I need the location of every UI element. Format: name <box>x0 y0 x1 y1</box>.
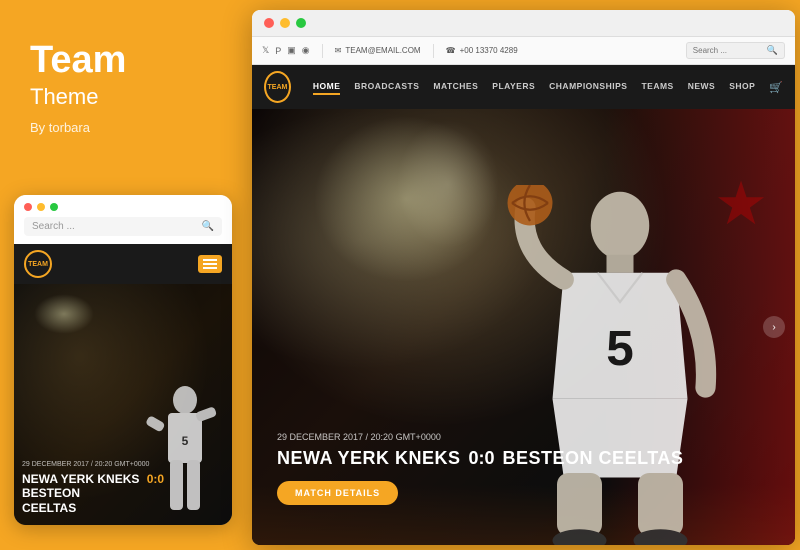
desktop-toolbar: 𝕏 P ▣ ◉ ✉ TEAM@EMAIL.COM ☎ +00 13370 428… <box>252 37 795 65</box>
nav-item-matches[interactable]: MATCHES <box>433 81 478 93</box>
brand-subtitle: Theme <box>30 84 225 110</box>
mobile-match-title: NEWA YERK KNEKS 0:0 BESTEON CEELTAS <box>22 472 224 515</box>
mobile-team1-line1: NEWA YERK <box>22 472 94 486</box>
nav-item-championships[interactable]: CHAMPIONSHIPS <box>549 81 627 93</box>
hero-content: 29 DECEMBER 2017 / 20:20 GMT+0000 NEWA Y… <box>277 432 683 505</box>
brand-title: Team <box>30 40 225 82</box>
hero-match-info: NEWA YERK KNEKS 0:0 BESTEON CEELTAS <box>277 448 683 469</box>
toolbar-separator-2 <box>433 44 434 58</box>
brand-author: By torbara <box>30 120 225 135</box>
phone-icon: ☎ <box>446 46 456 55</box>
hero-date: 29 DECEMBER 2017 / 20:20 GMT+0000 <box>277 432 683 442</box>
toolbar-search-input[interactable] <box>693 46 763 55</box>
desktop-mockup: 𝕏 P ▣ ◉ ✉ TEAM@EMAIL.COM ☎ +00 13370 428… <box>252 10 795 545</box>
mobile-dot-yellow <box>37 203 45 211</box>
rss-icon[interactable]: ◉ <box>302 45 310 56</box>
desktop-logo: TEAM <box>264 71 291 103</box>
hero-team2: BESTEON CEELTAS <box>503 448 684 469</box>
toolbar-phone: ☎ +00 13370 4289 <box>446 46 518 55</box>
mobile-hamburger-button[interactable] <box>198 255 222 273</box>
nav-item-teams[interactable]: TEAMS <box>641 81 673 93</box>
hamburger-line-3 <box>203 267 217 269</box>
hamburger-line-2 <box>203 263 217 265</box>
desktop-dot-green <box>296 18 306 28</box>
mobile-hero-content: 29 DECEMBER 2017 / 20:20 GMT+0000 NEWA Y… <box>22 461 224 515</box>
mobile-dot-green <box>50 203 58 211</box>
hero-team1: NEWA YERK KNEKS <box>277 448 461 469</box>
hamburger-line-1 <box>203 259 217 261</box>
nav-item-players[interactable]: PLAYERS <box>492 81 535 93</box>
instagram-icon[interactable]: ▣ <box>287 45 296 56</box>
desktop-titlebar <box>252 10 795 37</box>
mobile-team2-line2: CEELTAS <box>22 501 76 515</box>
toolbar-email: ✉ TEAM@EMAIL.COM <box>335 46 421 55</box>
mobile-hero: 5 29 DECEMBER 2017 / 20:20 GMT+0000 NEWA… <box>14 284 232 525</box>
email-icon: ✉ <box>335 46 342 55</box>
nav-item-shop[interactable]: SHOP <box>729 81 755 93</box>
mobile-logo: TEAM <box>24 250 52 278</box>
toolbar-search[interactable]: 🔍 <box>686 42 785 59</box>
mobile-team1-line2: KNEKS <box>97 472 139 486</box>
desktop-nav: TEAM HOME BROADCASTS MATCHES PLAYERS CHA… <box>252 65 795 109</box>
toolbar-separator-1 <box>322 44 323 58</box>
pinterest-icon[interactable]: P <box>275 46 281 56</box>
email-text: TEAM@EMAIL.COM <box>345 46 420 55</box>
mobile-search-bar[interactable]: Search ... 🔍 <box>24 217 222 236</box>
svg-text:5: 5 <box>182 434 189 448</box>
toolbar-social-links: 𝕏 P ▣ ◉ <box>262 45 310 56</box>
desktop-hero: ★ 5 <box>252 109 795 545</box>
svg-text:5: 5 <box>606 321 634 376</box>
desktop-nav-items: HOME BROADCASTS MATCHES PLAYERS CHAMPION… <box>313 81 755 93</box>
mobile-date: 29 DECEMBER 2017 / 20:20 GMT+0000 <box>22 461 224 468</box>
mobile-dot-red <box>24 203 32 211</box>
mobile-score: 0:0 <box>147 472 164 486</box>
desktop-dot-red <box>264 18 274 28</box>
phone-text: +00 13370 4289 <box>460 46 518 55</box>
mobile-nav: TEAM <box>14 244 232 284</box>
hero-next-arrow[interactable]: › <box>763 316 785 338</box>
mobile-search-icon: 🔍 <box>202 221 214 232</box>
nav-item-home[interactable]: HOME <box>313 81 341 93</box>
match-details-button[interactable]: MATCH DETAILS <box>277 481 398 505</box>
nav-item-news[interactable]: NEWS <box>688 81 716 93</box>
twitter-icon[interactable]: 𝕏 <box>262 45 269 56</box>
hero-lights-secondary <box>388 109 508 259</box>
nav-item-broadcasts[interactable]: BROADCASTS <box>354 81 419 93</box>
mobile-mockup: Search ... 🔍 TEAM 5 29 DECEMBER 2017 <box>14 195 232 525</box>
mobile-titlebar <box>14 195 232 217</box>
mobile-team2-line1: BESTEON <box>22 486 80 500</box>
hero-score: 0:0 <box>469 448 495 469</box>
mobile-search-placeholder: Search ... <box>32 221 197 232</box>
cart-icon[interactable]: 🛒 <box>769 81 783 94</box>
toolbar-search-icon: 🔍 <box>767 45 778 56</box>
desktop-dot-yellow <box>280 18 290 28</box>
mobile-hero-lights <box>34 294 94 334</box>
